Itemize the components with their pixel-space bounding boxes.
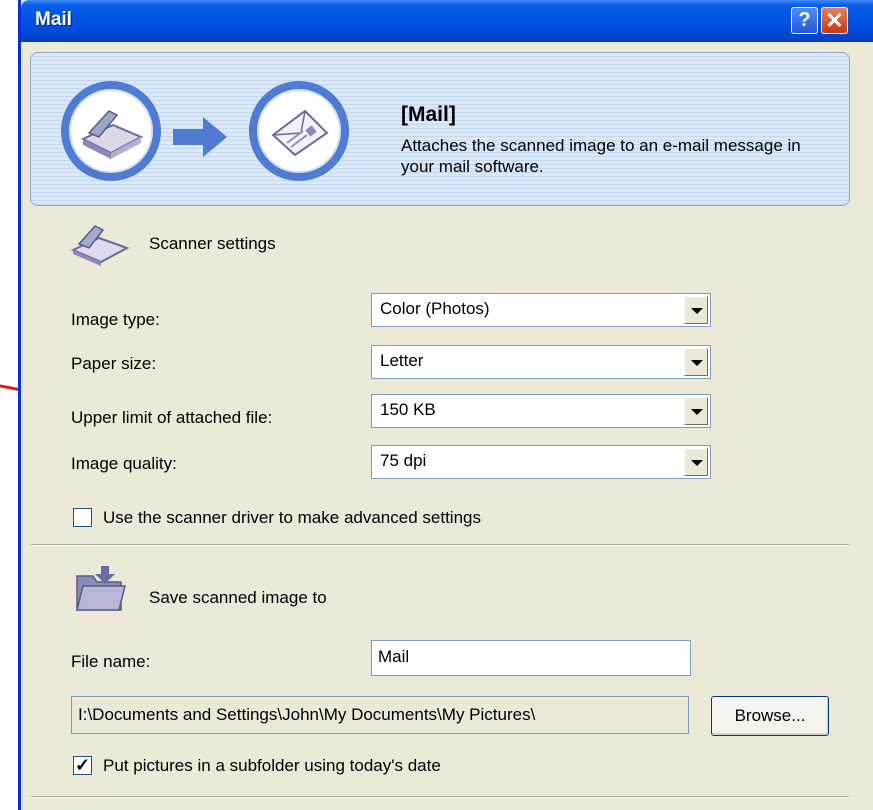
save-path-field: I:\Documents and Settings\John\My Docume… <box>71 696 689 734</box>
image-type-select[interactable]: Color (Photos) <box>371 293 711 327</box>
subfolder-label[interactable]: Put pictures in a subfolder using today'… <box>103 756 441 776</box>
arrow-head <box>203 117 227 157</box>
mail-circle <box>249 81 349 181</box>
file-name-label: File name: <box>71 652 151 671</box>
chevron-down-icon[interactable] <box>684 448 708 476</box>
paper-size-label: Paper size: <box>71 354 157 373</box>
title-bar[interactable]: Mail ? ✕ <box>21 0 873 42</box>
mail-dialog: Mail ? ✕ [Mail] Attaches the scanned ima… <box>18 0 873 810</box>
subfolder-checkbox[interactable]: ✓ <box>73 756 92 775</box>
upper-limit-select[interactable]: 150 KB <box>371 394 711 428</box>
banner-title: [Mail] <box>401 103 456 126</box>
header-banner: [Mail] Attaches the scanned image to an … <box>30 52 850 206</box>
advanced-settings-label[interactable]: Use the scanner driver to make advanced … <box>103 508 481 528</box>
help-icon[interactable]: ? <box>791 7 818 34</box>
bottom-divider <box>31 796 849 798</box>
image-quality-label: Image quality: <box>71 454 177 473</box>
paper-size-select[interactable]: Letter <box>371 345 711 379</box>
window-title: Mail <box>35 9 72 30</box>
arrow-icon <box>173 129 207 145</box>
scanner-settings-icon <box>70 225 130 266</box>
section-divider <box>31 544 849 546</box>
browse-button[interactable]: Browse... <box>711 696 829 736</box>
chevron-down-icon[interactable] <box>684 348 708 376</box>
file-name-input[interactable]: Mail <box>371 640 691 676</box>
save-path-value: I:\Documents and Settings\John\My Docume… <box>78 705 536 724</box>
folder-icon <box>76 566 126 611</box>
image-type-label: Image type: <box>71 310 160 329</box>
scanner-settings-title: Scanner settings <box>149 234 276 253</box>
image-type-value: Color (Photos) <box>380 299 490 318</box>
scanner-icon <box>80 110 144 159</box>
advanced-settings-checkbox[interactable] <box>73 508 92 527</box>
banner-description: Attaches the scanned image to an e-mail … <box>401 136 801 176</box>
paper-size-value: Letter <box>380 351 424 370</box>
mail-icon <box>271 109 329 157</box>
image-quality-select[interactable]: 75 dpi <box>371 445 711 479</box>
file-name-value: Mail <box>378 647 410 666</box>
upper-limit-value: 150 KB <box>380 400 436 419</box>
save-section-title: Save scanned image to <box>149 588 327 607</box>
chevron-down-icon[interactable] <box>684 397 708 425</box>
upper-limit-label: Upper limit of attached file: <box>71 408 273 427</box>
close-icon[interactable]: ✕ <box>821 7 848 34</box>
scanner-circle <box>61 81 161 181</box>
chevron-down-icon[interactable] <box>684 296 708 324</box>
image-quality-value: 75 dpi <box>380 451 427 470</box>
